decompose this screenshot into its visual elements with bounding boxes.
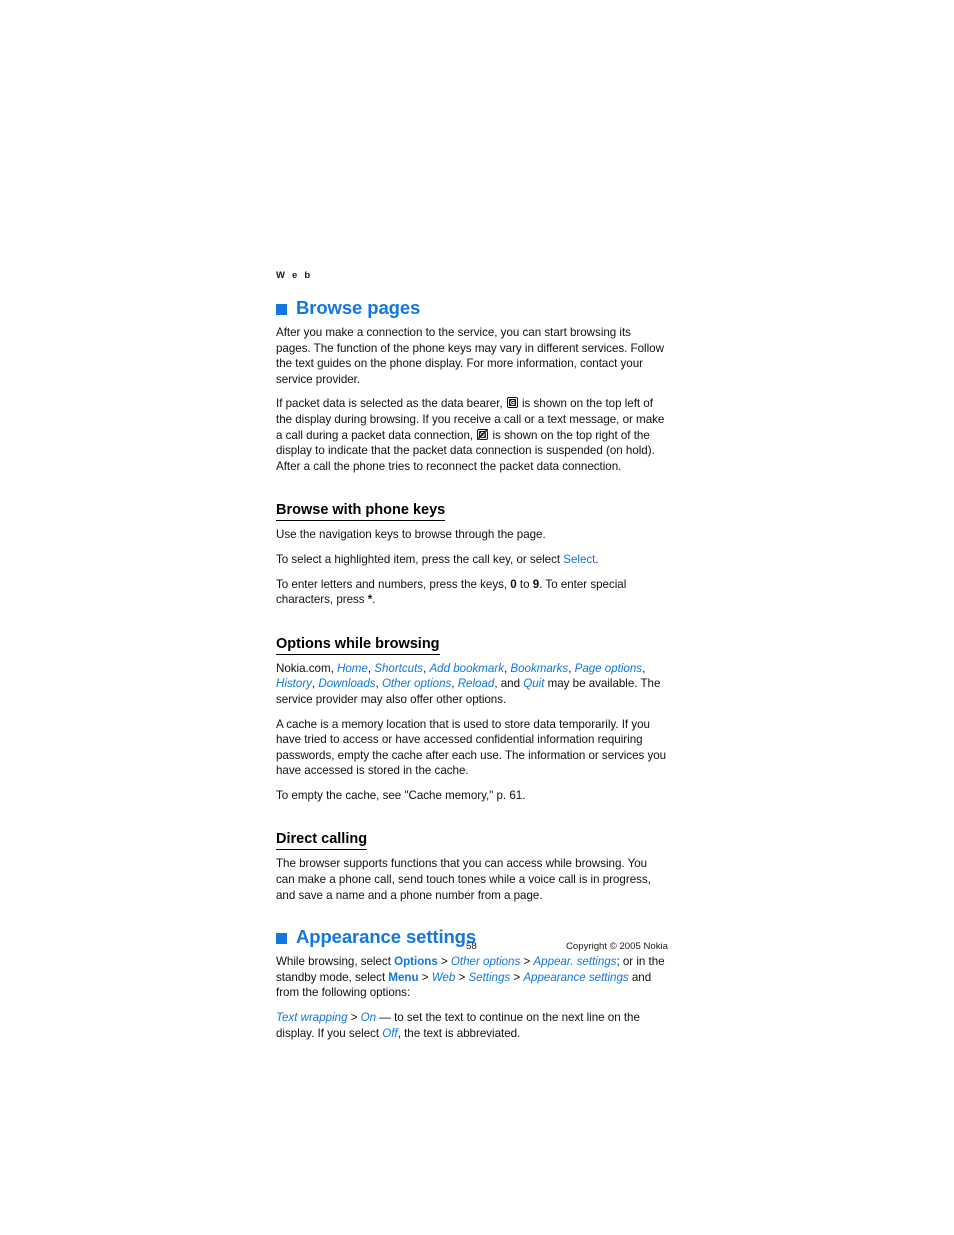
gprs-indicator-icon [506, 397, 518, 409]
option-value-off: Off [382, 1026, 398, 1040]
document-page: W e b Browse pages After you make a conn… [276, 270, 668, 1050]
menu-path-menu: Menu [388, 970, 419, 984]
menu-option-downloads: Downloads [318, 677, 376, 691]
menu-path-options: Options [394, 955, 438, 969]
blue-square-bullet-icon [276, 932, 287, 944]
browse-keys-p2-part-b: . [595, 552, 599, 566]
heading-browse-with-phone-keys: Browse with phone keys [276, 502, 446, 522]
heading-options-while-browsing: Options while browsing [276, 636, 440, 655]
heading-browse-pages: Browse pages [276, 298, 668, 318]
menu-option-page-options: Page options [574, 661, 643, 675]
sep-4: > [455, 970, 469, 984]
heading-browse-pages-label: Browse pages [296, 297, 421, 318]
option-value-on: On [360, 1011, 377, 1025]
gprs-suspended-icon [477, 428, 489, 440]
select-softkey-reference: Select [563, 552, 596, 566]
heading-direct-calling: Direct calling [276, 831, 368, 851]
menu-path-other-options: Other options [450, 955, 521, 969]
menu-option-reload: Reload [457, 677, 495, 691]
copyright-notice: Copyright © 2005 Nokia [566, 941, 668, 952]
sep-3: > [418, 970, 432, 984]
appearance-p1-part-a: While browsing, select [276, 955, 395, 969]
heading-browse-with-phone-keys-wrap: Browse with phone keys [276, 483, 668, 527]
options-and: and [500, 677, 524, 691]
cache-crossreference-paragraph: To empty the cache, see "Cache memory," … [276, 788, 526, 802]
sep: , [642, 661, 646, 675]
menu-path-web: Web [431, 970, 456, 984]
menu-option-quit: Quit [523, 677, 545, 691]
sep-1: > [437, 955, 451, 969]
blue-square-bullet-icon [276, 303, 287, 315]
browse-keys-paragraph-2: To select a highlighted item, press the … [276, 552, 668, 568]
browse-keys-p3-part-c: . [372, 593, 376, 607]
sep-2: > [520, 955, 534, 969]
text-wrapping-part-b: , the text is abbreviated. [397, 1026, 521, 1040]
menu-path-appear-settings: Appear. settings [533, 955, 617, 969]
appearance-navigation-paragraph: While browsing, select Options > Other o… [276, 954, 668, 1001]
browse-keys-paragraph-3: To enter letters and numbers, press the … [276, 577, 668, 608]
browse-pages-paragraph-1: After you make a connection to the servi… [276, 326, 664, 386]
menu-path-appearance-settings: Appearance settings [523, 970, 629, 984]
browse-pages-paragraph-2: If packet data is selected as the data b… [276, 396, 668, 474]
menu-option-other-options: Other options [381, 677, 452, 691]
browse-keys-paragraph-1: Use the navigation keys to browse throug… [276, 528, 546, 542]
heading-direct-calling-wrap: Direct calling [276, 812, 668, 856]
menu-option-shortcuts: Shortcuts [374, 661, 424, 675]
heading-appearance-settings-label: Appearance settings [296, 926, 477, 948]
browse-keys-p3-part-a: To enter letters and numbers, press the … [276, 577, 511, 591]
heading-options-while-browsing-wrap: Options while browsing [276, 617, 668, 661]
menu-path-settings: Settings [468, 970, 511, 984]
sep-6: > [347, 1011, 361, 1025]
options-list-paragraph: Nokia.com, Home, Shortcuts, Add bookmark… [276, 661, 668, 708]
page-number: 58 [466, 941, 477, 952]
running-header: W e b [276, 270, 313, 281]
direct-calling-paragraph: The browser supports functions that you … [276, 857, 651, 902]
browse-pages-p2-part-a: If packet data is selected as the data b… [276, 397, 506, 411]
browse-keys-p2-part-a: To select a highlighted item, press the … [276, 552, 564, 566]
sep-5: > [510, 970, 524, 984]
menu-option-home: Home [337, 661, 368, 675]
options-prefix: Nokia.com, [276, 661, 337, 675]
menu-option-bookmarks: Bookmarks [510, 661, 569, 675]
browse-keys-p3-mid: to [516, 577, 533, 591]
option-text-wrapping: Text wrapping [276, 1011, 348, 1025]
menu-option-add-bookmark: Add bookmark [429, 661, 504, 675]
menu-option-history: History [276, 677, 312, 691]
text-wrapping-option-paragraph: Text wrapping > On — to set the text to … [276, 1010, 668, 1041]
cache-description-paragraph: A cache is a memory location that is use… [276, 717, 667, 778]
